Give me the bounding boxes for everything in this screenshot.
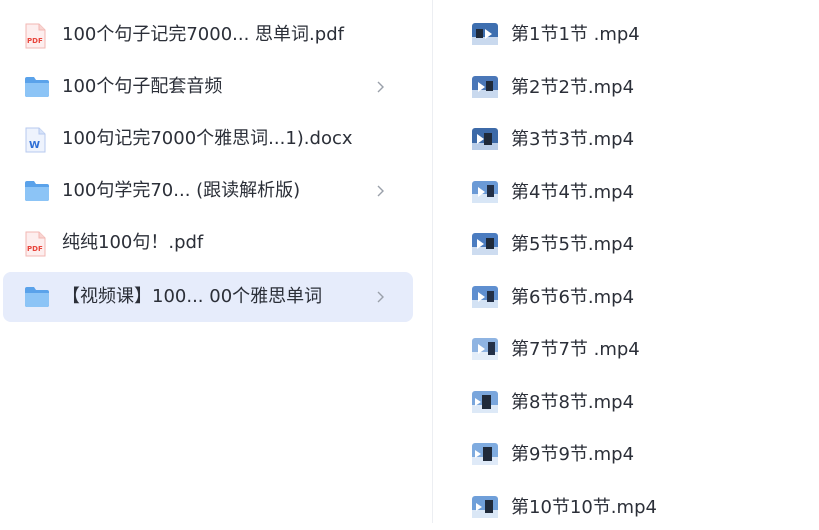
video-thumbnail-icon <box>472 23 498 45</box>
folder-icon <box>24 285 49 311</box>
video-row-7[interactable]: 第8节8节.mp4 <box>463 381 803 425</box>
file-row-0[interactable]: PDF 100个句子记完7000... 思单词.pdf <box>3 10 413 60</box>
video-row-1[interactable]: 第2节2节.mp4 <box>463 66 803 110</box>
file-name: 纯纯100句！.pdf <box>62 232 204 253</box>
video-thumbnail-icon <box>472 128 498 150</box>
video-file-name: 第10节10节.mp4 <box>511 497 657 518</box>
svg-text:PDF: PDF <box>27 37 43 45</box>
video-thumbnail-icon <box>472 286 498 308</box>
video-row-0[interactable]: 第1节1节 .mp4 <box>463 13 803 57</box>
file-name: 100个句子配套音频 <box>62 76 223 97</box>
word-doc-icon: W <box>24 127 48 153</box>
video-file-name: 第3节3节.mp4 <box>511 129 635 150</box>
video-thumbnail-icon <box>472 338 498 360</box>
folder-icon <box>24 75 49 101</box>
right-panel: 第1节1节 .mp4 第2节2节.mp4 第3节3节.mp4 第4节4节.mp4… <box>433 0 819 523</box>
video-row-5[interactable]: 第6节6节.mp4 <box>463 276 803 320</box>
chevron-right-icon[interactable] <box>374 289 388 305</box>
video-row-9[interactable]: 第10节10节.mp4 <box>463 486 803 530</box>
video-file-name: 第4节4节.mp4 <box>511 182 635 203</box>
chevron-right-icon[interactable] <box>374 79 388 95</box>
video-row-8[interactable]: 第9节9节.mp4 <box>463 433 803 477</box>
file-row-5[interactable]: 【视频课】100... 00个雅思单词 <box>3 272 413 322</box>
left-panel: PDF 100个句子记完7000... 思单词.pdf 100个句子配套音频 W… <box>0 0 432 523</box>
video-row-3[interactable]: 第4节4节.mp4 <box>463 171 803 215</box>
pdf-file-icon: PDF <box>24 231 48 257</box>
file-name: 100个句子记完7000... 思单词.pdf <box>62 24 344 45</box>
svg-text:W: W <box>29 140 40 151</box>
file-row-1[interactable]: 100个句子配套音频 <box>3 62 413 112</box>
file-name: 100句学完70... (跟读解析版) <box>62 180 301 201</box>
file-row-4[interactable]: PDF 纯纯100句！.pdf <box>3 218 413 268</box>
video-thumbnail-icon <box>472 496 498 518</box>
video-row-2[interactable]: 第3节3节.mp4 <box>463 118 803 162</box>
video-row-4[interactable]: 第5节5节.mp4 <box>463 223 803 267</box>
video-thumbnail-icon <box>472 233 498 255</box>
file-row-3[interactable]: 100句学完70... (跟读解析版) <box>3 166 413 216</box>
file-row-2[interactable]: W 100句记完7000个雅思词...1).docx <box>3 114 413 164</box>
video-thumbnail-icon <box>472 181 498 203</box>
file-name: 【视频课】100... 00个雅思单词 <box>62 286 323 307</box>
chevron-right-icon[interactable] <box>374 183 388 199</box>
video-file-name: 第8节8节.mp4 <box>511 392 635 413</box>
video-file-name: 第7节7节 .mp4 <box>511 339 640 360</box>
file-name: 100句记完7000个雅思词...1).docx <box>62 128 353 149</box>
video-row-6[interactable]: 第7节7节 .mp4 <box>463 328 803 372</box>
video-file-name: 第1节1节 .mp4 <box>511 24 640 45</box>
svg-text:PDF: PDF <box>27 245 43 253</box>
video-thumbnail-icon <box>472 443 498 465</box>
video-file-name: 第2节2节.mp4 <box>511 77 635 98</box>
video-thumbnail-icon <box>472 391 498 413</box>
video-file-name: 第9节9节.mp4 <box>511 444 635 465</box>
video-file-name: 第5节5节.mp4 <box>511 234 635 255</box>
video-thumbnail-icon <box>472 76 498 98</box>
video-file-name: 第6节6节.mp4 <box>511 287 635 308</box>
pdf-file-icon: PDF <box>24 23 48 49</box>
folder-icon <box>24 179 49 205</box>
